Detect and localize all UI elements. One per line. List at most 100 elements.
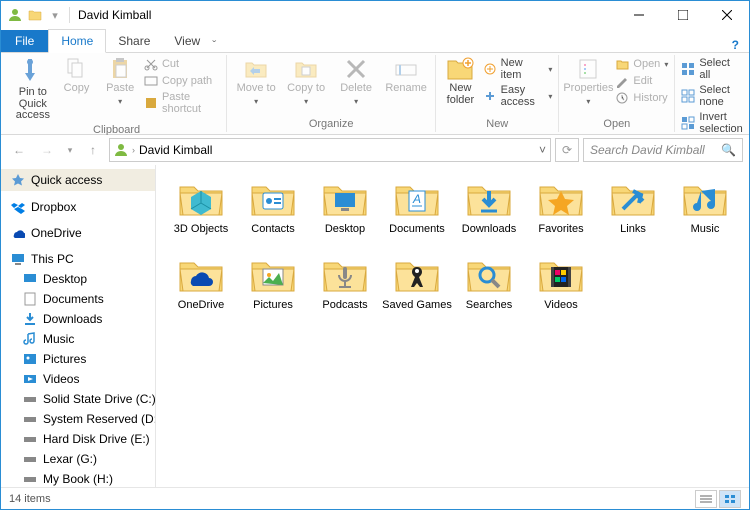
- folder-label: Downloads: [462, 223, 516, 235]
- tab-share[interactable]: Share: [106, 30, 162, 52]
- sidebar-item-pictures[interactable]: Pictures: [1, 349, 155, 369]
- folder-icon: [249, 179, 297, 219]
- folder-links[interactable]: Links: [598, 179, 668, 235]
- sidebar-item-system-reserved-d-[interactable]: System Reserved (D:): [1, 409, 155, 429]
- sidebar-item-videos[interactable]: Videos: [1, 369, 155, 389]
- folder-label: Desktop: [325, 223, 365, 235]
- sidebar-item-downloads[interactable]: Downloads: [1, 309, 155, 329]
- item-count: 14 items: [9, 493, 51, 505]
- sidebar-item-my-book-h-[interactable]: My Book (H:): [1, 469, 155, 487]
- rename-button: Rename: [383, 57, 429, 95]
- close-button[interactable]: [705, 1, 749, 29]
- history-button: History: [615, 91, 668, 105]
- open-small-buttons: Open ▾ Edit History: [615, 57, 668, 105]
- quick-access-header[interactable]: Quick access: [1, 169, 155, 191]
- sidebar-item-thispc[interactable]: This PC: [1, 249, 155, 269]
- breadcrumb[interactable]: › David Kimball ˅: [109, 138, 551, 162]
- maximize-button[interactable]: [661, 1, 705, 29]
- folder-icon: [177, 255, 225, 295]
- help-icon[interactable]: ?: [732, 38, 739, 52]
- folder-icon: A: [393, 179, 441, 219]
- folder-icon: [537, 255, 585, 295]
- folder-podcasts[interactable]: Podcasts: [310, 255, 380, 311]
- select-none-button[interactable]: Select none: [681, 84, 742, 108]
- folder-label: Music: [691, 223, 720, 235]
- up-button[interactable]: ↑: [81, 138, 105, 162]
- sidebar-item-hard-disk-drive-e-[interactable]: Hard Disk Drive (E:): [1, 429, 155, 449]
- new-folder-button[interactable]: New folder: [442, 57, 479, 106]
- sidebar-item-desktop[interactable]: Desktop: [1, 269, 155, 289]
- folder-music[interactable]: Music: [670, 179, 740, 235]
- sidebar-item-documents[interactable]: Documents: [1, 289, 155, 309]
- tab-view[interactable]: View: [162, 30, 212, 52]
- ribbon-tabs: File Home Share View ˇ ?: [1, 29, 749, 53]
- folder-saved-games[interactable]: Saved Games: [382, 255, 452, 311]
- folder-label: Saved Games: [382, 299, 452, 311]
- sidebar-item-solid-state-drive-c-[interactable]: Solid State Drive (C:): [1, 389, 155, 409]
- folder-icon: [465, 255, 513, 295]
- sidebar-item-music[interactable]: Music: [1, 329, 155, 349]
- navigation-pane[interactable]: Quick access Dropbox OneDrive This PC De…: [1, 165, 156, 487]
- folder-label: Favorites: [538, 223, 583, 235]
- folder-label: Podcasts: [322, 299, 367, 311]
- folder-icon: [393, 255, 441, 295]
- status-bar: 14 items: [1, 487, 749, 509]
- sidebar-item-dropbox[interactable]: Dropbox: [1, 197, 155, 217]
- folder-videos[interactable]: Videos: [526, 255, 596, 311]
- folder-icon: [609, 179, 657, 219]
- copy-button: Copy: [57, 57, 97, 95]
- address-bar: ← → ▾ ↑ › David Kimball ˅ ⟳ Search David…: [1, 135, 749, 165]
- folder-label: Pictures: [253, 299, 293, 311]
- folder-label: Searches: [466, 299, 512, 311]
- delete-button: Delete▾: [333, 57, 379, 106]
- search-input[interactable]: Search David Kimball 🔍: [583, 138, 743, 162]
- properties-button: Properties▾: [565, 57, 611, 106]
- folder-pictures[interactable]: Pictures: [238, 255, 308, 311]
- back-button[interactable]: ←: [7, 138, 31, 162]
- folder-3d-objects[interactable]: 3D Objects: [166, 179, 236, 235]
- select-all-button[interactable]: Select all: [681, 57, 742, 81]
- new-item-button[interactable]: New item ▾: [483, 57, 553, 81]
- folder-label: 3D Objects: [174, 223, 228, 235]
- folder-searches[interactable]: Searches: [454, 255, 524, 311]
- folder-label: OneDrive: [178, 299, 224, 311]
- new-small-buttons: New item ▾ Easy access ▾: [483, 57, 553, 108]
- paste-button: Paste ▾: [100, 57, 140, 106]
- folder-favorites[interactable]: Favorites: [526, 179, 596, 235]
- minimize-button[interactable]: [617, 1, 661, 29]
- folder-icon: [27, 7, 43, 23]
- folder-desktop[interactable]: Desktop: [310, 179, 380, 235]
- icons-view-button[interactable]: [719, 490, 741, 508]
- breadcrumb-folder[interactable]: David Kimball: [139, 143, 212, 157]
- folder-documents[interactable]: ADocuments: [382, 179, 452, 235]
- content-pane[interactable]: 3D Objects Contacts Desktop ADocuments Downl…: [156, 165, 749, 487]
- open-button: Open ▾: [615, 57, 668, 71]
- tab-file[interactable]: File: [1, 30, 48, 52]
- easy-access-button[interactable]: Easy access ▾: [483, 84, 553, 108]
- folder-icon: [465, 179, 513, 219]
- svg-text:A: A: [412, 192, 421, 206]
- copy-to-button: Copy to▾: [283, 57, 329, 106]
- folder-label: Contacts: [251, 223, 294, 235]
- folder-label: Links: [620, 223, 646, 235]
- title-bar: ▾ David Kimball: [1, 1, 749, 29]
- folder-onedrive[interactable]: OneDrive: [166, 255, 236, 311]
- sidebar-item-lexar-g-[interactable]: Lexar (G:): [1, 449, 155, 469]
- invert-selection-button[interactable]: Invert selection: [681, 111, 742, 135]
- qat-dropdown-icon[interactable]: ▾: [47, 7, 63, 23]
- forward-button[interactable]: →: [35, 138, 59, 162]
- recent-dropdown[interactable]: ▾: [63, 138, 77, 162]
- pin-quick-access-button[interactable]: Pin to Quick access: [13, 57, 53, 122]
- edit-button: Edit: [615, 74, 668, 88]
- tab-home[interactable]: Home: [48, 29, 106, 53]
- collapse-ribbon-icon[interactable]: ˇ: [212, 38, 216, 52]
- folder-label: Videos: [544, 299, 577, 311]
- sidebar-item-onedrive[interactable]: OneDrive: [1, 223, 155, 243]
- move-to-button: Move to▾: [233, 57, 279, 106]
- folder-contacts[interactable]: Contacts: [238, 179, 308, 235]
- details-view-button[interactable]: [695, 490, 717, 508]
- refresh-button[interactable]: ⟳: [555, 138, 579, 162]
- folder-icon: [537, 179, 585, 219]
- folder-downloads[interactable]: Downloads: [454, 179, 524, 235]
- clipboard-small-buttons: Cut Copy path Paste shortcut: [144, 57, 220, 115]
